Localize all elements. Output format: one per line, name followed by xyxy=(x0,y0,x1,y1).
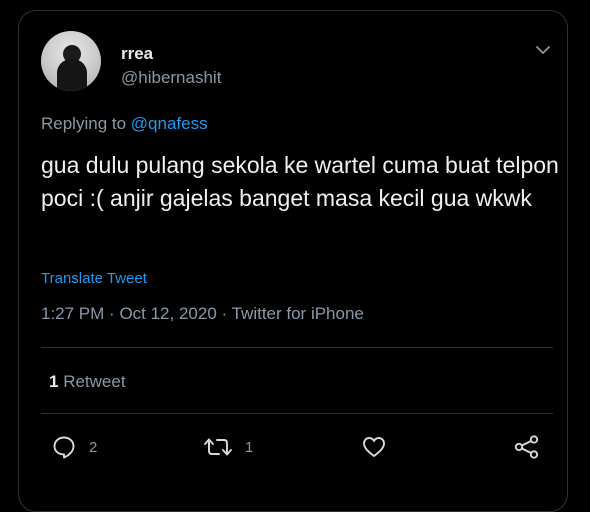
reply-icon xyxy=(53,436,75,459)
display-name[interactable]: rrea xyxy=(121,44,153,64)
more-options-button[interactable] xyxy=(533,40,553,60)
tweet-date[interactable]: Oct 12, 2020 xyxy=(119,304,216,323)
heart-icon xyxy=(363,437,385,457)
share-button[interactable] xyxy=(513,434,541,460)
replying-to-line: Replying to @qnafess xyxy=(41,114,208,134)
tweet-metadata: 1:27 PM · Oct 12, 2020 · Twitter for iPh… xyxy=(41,304,364,323)
tweet-text: gua dulu pulang sekola ke wartel cuma bu… xyxy=(41,152,559,211)
tweet-time[interactable]: 1:27 PM xyxy=(41,304,104,323)
user-handle[interactable]: @hibernashit xyxy=(121,68,221,88)
divider xyxy=(41,347,553,348)
avatar[interactable] xyxy=(41,31,101,91)
share-icon xyxy=(514,435,539,459)
translate-tweet-link[interactable]: Translate Tweet xyxy=(41,270,147,287)
tweet-source[interactable]: Twitter for iPhone xyxy=(232,304,364,323)
tweet-card: rrea @hibernashit Replying to @qnafess g… xyxy=(18,10,568,512)
replying-to-label: Replying to xyxy=(41,114,127,133)
reply-count: 2 xyxy=(89,438,98,456)
retweet-icon xyxy=(204,438,232,456)
reply-button[interactable]: 2 xyxy=(51,434,97,460)
retweet-stats[interactable]: 1 Retweet xyxy=(49,372,126,392)
retweet-stat-label: Retweet xyxy=(63,372,126,391)
like-button[interactable] xyxy=(361,434,387,460)
retweet-stat-count: 1 xyxy=(49,372,59,391)
chevron-down-icon xyxy=(536,46,550,54)
retweet-count: 1 xyxy=(245,438,254,456)
retweet-button[interactable]: 1 xyxy=(203,434,253,460)
replying-to-mention[interactable]: @qnafess xyxy=(131,114,208,133)
divider xyxy=(41,413,553,414)
